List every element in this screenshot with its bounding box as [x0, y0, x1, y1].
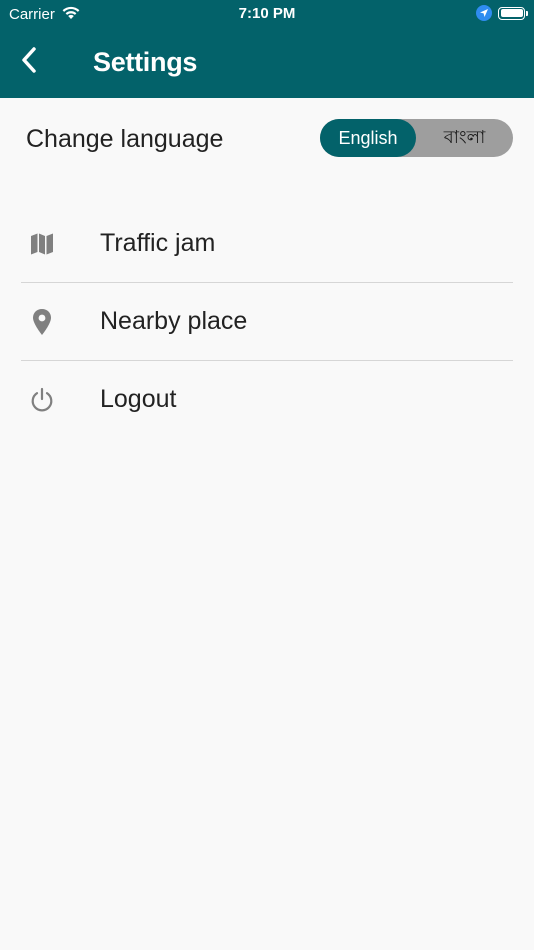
- language-segmented-control[interactable]: English বাংলা: [320, 119, 513, 157]
- map-icon: [28, 230, 56, 258]
- language-option-english[interactable]: English: [320, 119, 416, 157]
- menu-item-label: Traffic jam: [100, 229, 216, 257]
- change-language-label: Change language: [26, 125, 224, 153]
- menu-item-logout[interactable]: Logout: [0, 361, 534, 439]
- app-header: Carrier 7:10 PM Settings: [0, 0, 534, 98]
- battery-icon: [498, 6, 528, 20]
- chevron-left-icon: [20, 46, 38, 79]
- map-pin-icon: [28, 308, 56, 336]
- back-button[interactable]: [12, 42, 46, 82]
- page-title: Settings: [93, 47, 198, 77]
- menu-item-label: Nearby place: [100, 307, 248, 335]
- status-indicators: [476, 5, 528, 21]
- status-bar: Carrier 7:10 PM: [0, 0, 534, 28]
- power-icon: [28, 386, 56, 414]
- menu-item-nearby-place[interactable]: Nearby place: [0, 283, 534, 361]
- menu-item-traffic-jam[interactable]: Traffic jam: [0, 205, 534, 283]
- clock: 7:10 PM: [238, 5, 296, 22]
- language-option-bangla[interactable]: বাংলা: [416, 119, 513, 157]
- language-setting-row: Change language English বাংলা: [0, 98, 534, 180]
- location-services-icon: [476, 5, 492, 21]
- menu-item-label: Logout: [100, 385, 177, 413]
- settings-menu: Traffic jam Nearby place Logout: [0, 205, 534, 439]
- navigation-bar: Settings: [0, 28, 534, 98]
